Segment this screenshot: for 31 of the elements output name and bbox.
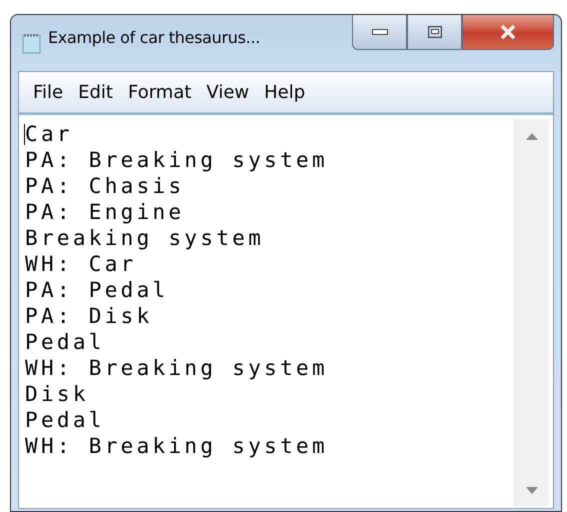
menu-item[interactable]: Edit bbox=[78, 82, 122, 102]
text-line: WH: Breaking system bbox=[25, 433, 329, 459]
text-area[interactable]: Car PA: Breaking system PA: Chasis PA: Engine Breaking system WH: Car PA: Pedal PA: Disk Pedal WH: Breaking system Disk Pedal WH: Breaking system bbox=[19, 113, 553, 508]
minimize-button[interactable] bbox=[352, 15, 407, 50]
window-title: Example of car thesaurus... bbox=[48, 28, 260, 47]
scroll-down-icon[interactable] bbox=[526, 487, 538, 494]
text-line: WH: Breaking system bbox=[25, 355, 329, 381]
text-line: Pedal bbox=[25, 329, 106, 355]
text-line: Pedal bbox=[25, 407, 106, 433]
scroll-up-icon[interactable] bbox=[526, 133, 538, 140]
text-line: PA: Breaking system bbox=[25, 147, 329, 173]
text-line: PA: Pedal bbox=[25, 277, 170, 303]
text-line: Car bbox=[25, 121, 74, 147]
scrollbar[interactable] bbox=[514, 119, 549, 506]
text-line: Breaking system bbox=[25, 225, 266, 251]
menu-item[interactable]: Help bbox=[264, 82, 314, 102]
menu-item[interactable]: Format bbox=[128, 82, 200, 102]
maximize-icon bbox=[428, 26, 442, 38]
text-line: PA: Disk bbox=[25, 303, 154, 329]
text-line: Disk bbox=[25, 381, 90, 407]
menu-item[interactable]: View bbox=[206, 82, 258, 102]
text-line: PA: Chasis bbox=[25, 173, 186, 199]
text-cursor bbox=[24, 124, 25, 145]
text-line: WH: Car bbox=[25, 251, 138, 277]
close-icon bbox=[500, 25, 516, 39]
menu-item[interactable]: File bbox=[33, 82, 72, 102]
close-button[interactable] bbox=[462, 15, 554, 50]
minimize-icon bbox=[372, 29, 388, 35]
notepad-icon bbox=[22, 32, 42, 54]
maximize-button[interactable] bbox=[407, 15, 462, 50]
text-line: PA: Engine bbox=[25, 199, 186, 225]
